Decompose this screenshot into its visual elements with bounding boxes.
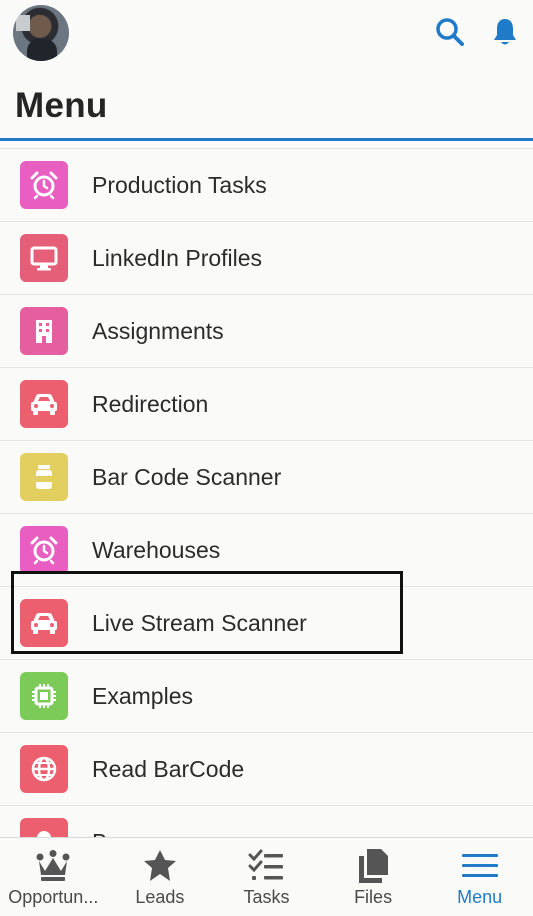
avatar[interactable] xyxy=(13,5,69,61)
menu-item-label: LinkedIn Profiles xyxy=(92,244,263,271)
menu-item-bs[interactable]: Bs xyxy=(0,806,533,838)
alarm-clock-icon xyxy=(30,536,58,565)
tab-opportunities[interactable]: Opportun... xyxy=(0,838,107,916)
menu-item-label: Production Tasks xyxy=(92,171,267,198)
monitor-icon xyxy=(30,246,58,271)
menu-item-label: Read BarCode xyxy=(92,755,245,782)
avatar-shirt xyxy=(27,39,57,61)
title-row: Menu xyxy=(0,68,533,141)
menu-item-live-stream-scanner[interactable]: Live Stream Scanner xyxy=(0,587,533,660)
menu-item-redirection[interactable]: Redirection xyxy=(0,368,533,441)
files-icon xyxy=(353,848,393,884)
search-button[interactable] xyxy=(432,14,468,50)
chip-icon xyxy=(32,684,56,708)
tab-label: Leads xyxy=(135,887,185,907)
notifications-button[interactable] xyxy=(487,14,523,50)
building-icon xyxy=(36,320,52,343)
car-icon xyxy=(31,613,57,634)
menu-item-label: Warehouses xyxy=(92,536,221,563)
menu-item-label: Bar Code Scanner xyxy=(92,463,282,490)
menu-item-warehouses[interactable]: Warehouses xyxy=(0,514,533,587)
menu-item-tile xyxy=(20,599,68,647)
top-bar xyxy=(0,0,533,68)
page-title: Menu xyxy=(15,86,108,125)
menu-item-label: Live Stream Scanner xyxy=(92,609,307,636)
tab-label: Files xyxy=(354,887,393,907)
search-icon xyxy=(436,18,464,46)
car-icon xyxy=(31,394,57,415)
tab-menu[interactable]: Menu xyxy=(426,838,533,916)
menu-item-linkedin-profiles[interactable]: LinkedIn Profiles xyxy=(0,222,533,295)
menu-item-production-tasks[interactable]: Production Tasks xyxy=(0,149,533,222)
hamburger-icon xyxy=(460,848,500,884)
alarm-clock-icon xyxy=(30,171,58,200)
menu-item-tile xyxy=(20,161,68,209)
crown-icon xyxy=(33,848,73,884)
menu-item-tile xyxy=(20,818,68,838)
menu-item-read-barcode[interactable]: Read BarCode xyxy=(0,733,533,806)
menu-item-label: Assignments xyxy=(92,317,224,344)
tab-files[interactable]: Files xyxy=(320,838,427,916)
menu-item-tile xyxy=(20,745,68,793)
menu-item-tile xyxy=(20,453,68,501)
menu-item-tile xyxy=(20,526,68,574)
bell-icon xyxy=(494,19,516,45)
menu-list[interactable]: Production Tasks LinkedIn Profiles Assig… xyxy=(0,148,533,838)
bottom-tab-bar: Opportun... Leads Tasks Files Menu xyxy=(0,837,533,916)
star-person-icon xyxy=(140,848,180,884)
menu-item-label: Examples xyxy=(92,682,193,709)
tab-label: Opportun... xyxy=(8,887,99,907)
menu-item-assignments[interactable]: Assignments xyxy=(0,295,533,368)
globe-icon xyxy=(31,756,57,782)
menu-item-label: Redirection xyxy=(92,390,209,417)
menu-item-tile xyxy=(20,234,68,282)
menu-item-bar-code-scanner[interactable]: Bar Code Scanner xyxy=(0,441,533,514)
avatar-background-sign xyxy=(16,15,30,31)
tab-label: Tasks xyxy=(243,887,290,907)
tab-leads[interactable]: Leads xyxy=(107,838,214,916)
menu-item-tile xyxy=(20,672,68,720)
menu-item-tile xyxy=(20,380,68,428)
tab-label: Menu xyxy=(457,887,503,907)
jar-icon xyxy=(36,465,52,489)
tab-tasks[interactable]: Tasks xyxy=(213,838,320,916)
menu-item-tile xyxy=(20,307,68,355)
menu-item-examples[interactable]: Examples xyxy=(0,660,533,733)
checklist-icon xyxy=(246,848,286,884)
